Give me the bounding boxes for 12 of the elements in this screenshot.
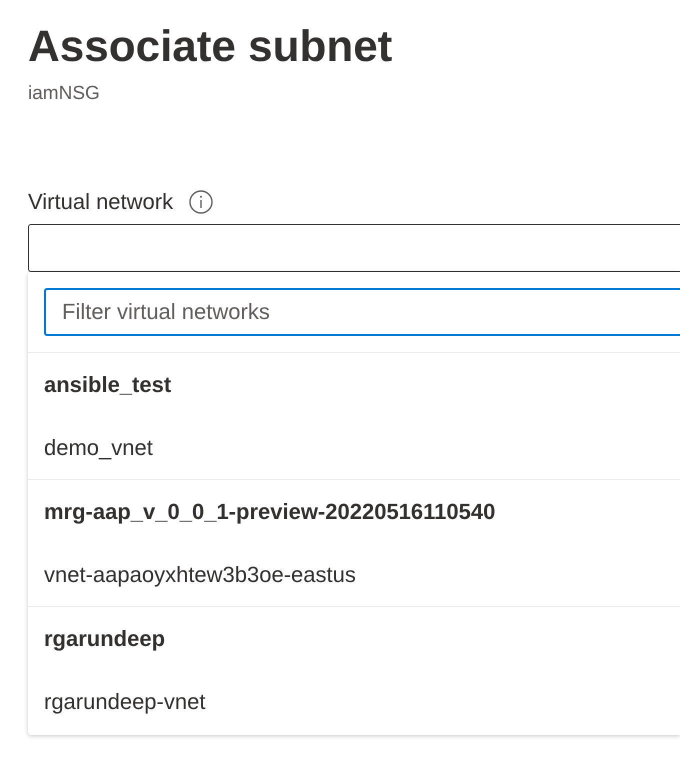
panel-subtitle: iamNSG — [28, 82, 100, 106]
group-header: rgarundeep — [43, 625, 166, 653]
panel-title: Associate subnet — [28, 21, 392, 73]
network-option[interactable]: vnet-aapaoyxhtew3b3oe-eastus — [28, 543, 680, 606]
network-option[interactable]: rgarundeep-vnet — [28, 670, 680, 733]
field-label: Virtual network — [28, 188, 174, 216]
filter-field[interactable]: Filter virtual networks — [44, 288, 680, 336]
info-icon[interactable] — [189, 190, 214, 214]
virtual-network-dropdown[interactable] — [28, 224, 680, 272]
group-header: mrg-aap_v_0_0_1-preview-20220516110540 — [43, 498, 496, 526]
network-option[interactable]: demo_vnet — [28, 416, 680, 479]
group-header: ansible_test — [43, 371, 172, 399]
